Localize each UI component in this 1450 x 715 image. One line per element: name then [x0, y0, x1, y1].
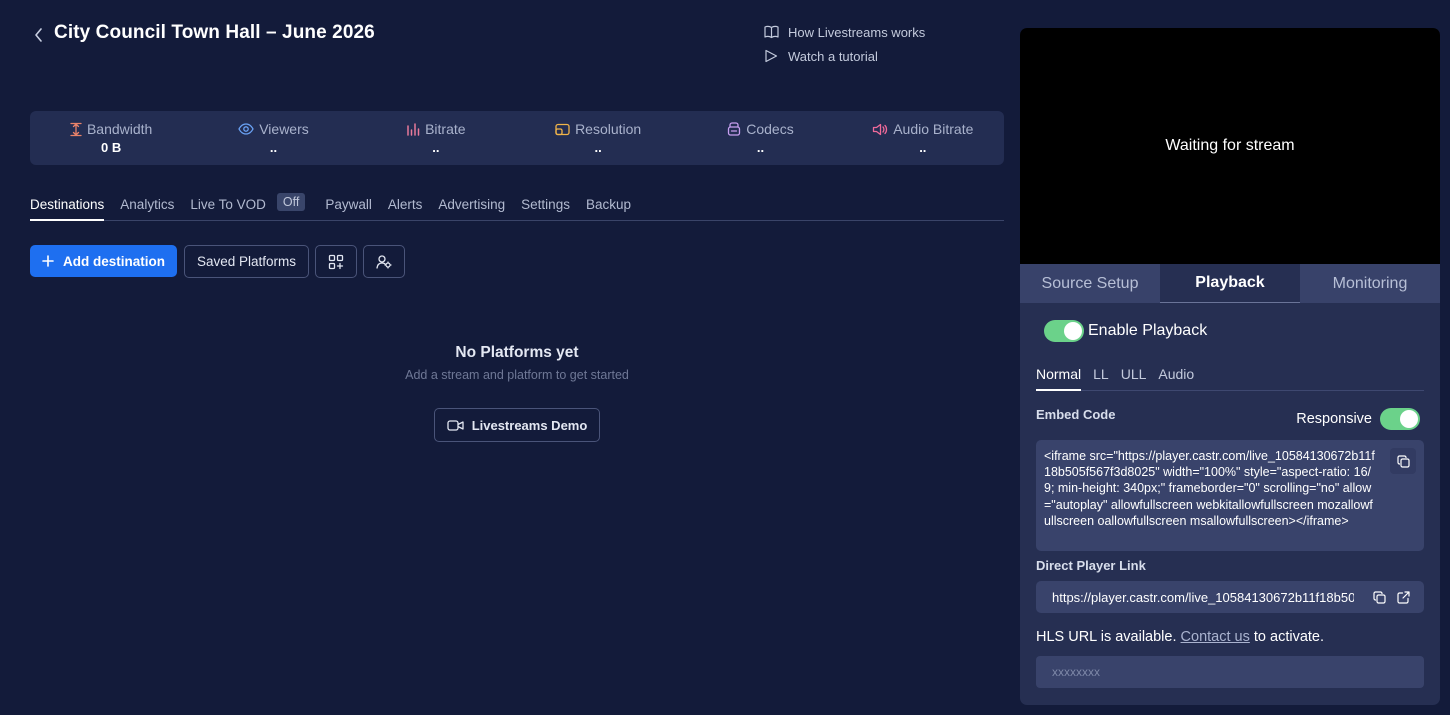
direct-player-link-box[interactable]: https://player.castr.com/live_1058413067…	[1036, 581, 1424, 613]
stat-audio-bitrate-label: Audio Bitrate	[893, 121, 974, 137]
direct-player-link: https://player.castr.com/live_1058413067…	[1052, 589, 1354, 605]
copy-direct-link-button[interactable]	[1366, 584, 1392, 610]
page: City Council Town Hall – June 2026 How L…	[0, 0, 1450, 715]
embed-code-text: <iframe src="https://player.castr.com/li…	[1044, 449, 1375, 528]
stat-resolution-label: Resolution	[575, 121, 642, 137]
how-livestreams-works-link[interactable]: How Livestreams works	[764, 20, 925, 44]
chevron-left-icon	[34, 28, 42, 42]
responsive-label: Responsive	[1296, 411, 1372, 427]
stat-bitrate-label: Bitrate	[425, 121, 466, 137]
play-icon	[765, 49, 778, 63]
stat-viewers-label: Viewers	[259, 121, 309, 137]
open-direct-link-button[interactable]	[1390, 584, 1416, 610]
speaker-icon	[873, 123, 888, 135]
tab-source-setup[interactable]: Source Setup	[1020, 264, 1160, 303]
stat-audio-bitrate-value: ..	[919, 140, 927, 155]
video-camera-icon	[447, 419, 464, 431]
add-destination-label: Add destination	[63, 253, 165, 269]
tab-analytics[interactable]: Analytics	[120, 190, 174, 220]
hls-text: HLS URL is available.	[1036, 629, 1177, 645]
live-to-vod-status-badge[interactable]: Off	[276, 193, 306, 211]
codec-icon	[728, 122, 741, 136]
bars-icon	[407, 122, 420, 136]
users-icon	[375, 254, 392, 269]
livestreams-demo-label: Livestreams Demo	[471, 417, 588, 433]
enable-playback-label: Enable Playback	[1088, 322, 1208, 339]
book-icon	[764, 25, 779, 39]
copy-icon	[1396, 454, 1410, 468]
hls-availability-text: HLS URL is available. Contact us to acti…	[1036, 629, 1324, 645]
copy-embed-code-button[interactable]	[1390, 448, 1416, 474]
stat-bandwidth-value: 0 B	[101, 140, 122, 155]
page-title: City Council Town Hall – June 2026	[54, 22, 375, 43]
back-button[interactable]	[30, 26, 46, 44]
stat-bitrate: Bitrate ..	[355, 111, 517, 165]
saved-platforms-button[interactable]: Saved Platforms	[184, 245, 310, 278]
video-preview[interactable]: Waiting for stream	[1020, 28, 1440, 264]
watch-tutorial-link[interactable]: Watch a tutorial	[764, 44, 925, 68]
bandwidth-icon	[70, 122, 82, 136]
stat-audio-bitrate: Audio Bitrate ..	[842, 111, 1004, 165]
stat-viewers-value: ..	[269, 140, 278, 155]
tab-playback[interactable]: Playback	[1160, 264, 1300, 303]
contact-us-link[interactable]: Contact us	[1181, 629, 1250, 645]
external-link-icon	[1396, 590, 1410, 604]
enable-playback-toggle[interactable]	[1044, 320, 1084, 342]
grid-view-button[interactable]	[315, 245, 358, 278]
stat-resolution: Resolution ..	[517, 111, 679, 165]
tab-monitoring[interactable]: Monitoring	[1300, 264, 1440, 303]
main-tabs: Destinations Analytics Live To VOD Off P…	[30, 190, 1004, 221]
player-panel: Waiting for stream Source Setup Playback…	[1020, 28, 1440, 705]
sub-tab-ull[interactable]: ULL	[1121, 363, 1147, 391]
stat-resolution-value: ..	[594, 140, 602, 155]
stat-codecs-value: ..	[756, 140, 765, 155]
plus-icon	[42, 255, 54, 267]
watch-tutorial-label: Watch a tutorial	[788, 48, 878, 64]
how-livestreams-works-label: How Livestreams works	[788, 24, 926, 40]
stat-viewers: Viewers ..	[192, 111, 354, 165]
sub-tab-ll[interactable]: LL	[1093, 363, 1109, 391]
responsive-toggle[interactable]	[1380, 408, 1420, 430]
tab-advertising[interactable]: Advertising	[438, 190, 505, 220]
grid-icon	[328, 254, 344, 269]
stat-codecs: Codecs ..	[679, 111, 841, 165]
tab-settings[interactable]: Settings	[521, 190, 570, 220]
tab-live-to-vod[interactable]: Live To VOD	[190, 190, 266, 220]
tab-alerts[interactable]: Alerts	[388, 190, 423, 220]
stat-bandwidth-label: Bandwidth	[86, 121, 153, 137]
latency-tabs: Normal LL ULL Audio	[1036, 363, 1424, 391]
tab-destinations[interactable]: Destinations	[30, 190, 105, 221]
empty-state-title: No Platforms yet	[455, 344, 579, 361]
stats-bar: Bandwidth 0 B Viewers .. Bitrate .. Reso…	[30, 111, 1004, 165]
copy-icon	[1372, 590, 1386, 604]
resolution-icon	[555, 123, 570, 135]
embed-code-box[interactable]: <iframe src="https://player.castr.com/li…	[1036, 440, 1424, 551]
tab-backup[interactable]: Backup	[586, 190, 631, 220]
hls-suffix: to activate.	[1253, 629, 1325, 645]
help-links: How Livestreams works Watch a tutorial	[764, 20, 925, 68]
destination-actions: Add destination Saved Platforms	[30, 245, 411, 278]
direct-player-link-label: Direct Player Link	[1036, 558, 1146, 573]
player-tabs: Source Setup Playback Monitoring	[1020, 264, 1440, 303]
stream-status: Waiting for stream	[1165, 137, 1295, 154]
stat-codecs-label: Codecs	[746, 121, 794, 137]
hls-url-input[interactable]	[1036, 656, 1424, 688]
empty-state-subtitle: Add a stream and platform to get started	[405, 368, 629, 382]
empty-state: No Platforms yet Add a stream and platfo…	[330, 344, 704, 382]
eye-icon	[238, 123, 254, 135]
team-button[interactable]	[363, 245, 406, 278]
add-destination-button[interactable]: Add destination	[30, 245, 177, 277]
livestreams-demo-button[interactable]: Livestreams Demo	[434, 408, 600, 442]
sub-tab-normal[interactable]: Normal	[1036, 363, 1082, 391]
stat-bitrate-value: ..	[432, 140, 440, 155]
enable-playback-row: Enable Playback	[1044, 320, 1207, 342]
tab-paywall[interactable]: Paywall	[325, 190, 372, 220]
stat-bandwidth: Bandwidth 0 B	[30, 111, 192, 165]
sub-tab-audio[interactable]: Audio	[1158, 363, 1194, 391]
responsive-row: Responsive	[1296, 408, 1420, 430]
embed-code-label: Embed Code	[1036, 407, 1116, 422]
